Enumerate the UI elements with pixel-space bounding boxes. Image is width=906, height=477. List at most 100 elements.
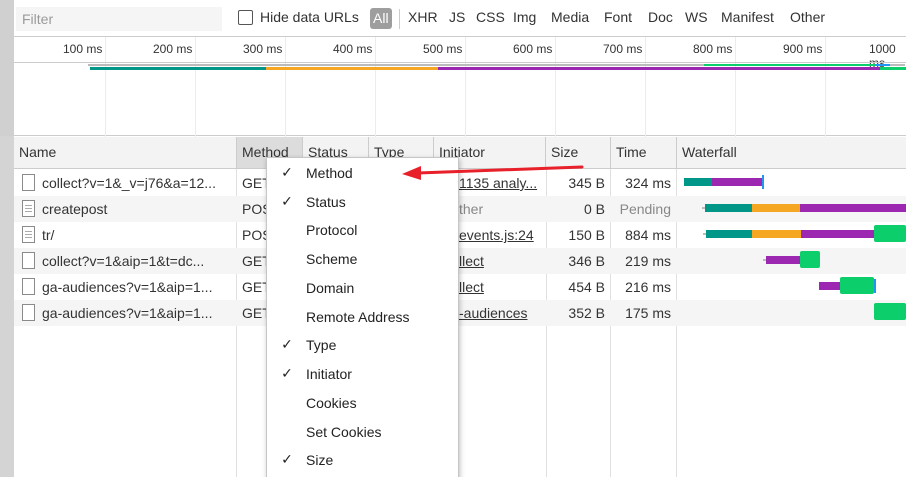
request-name: collect?v=1&_v=j76&a=12...	[42, 175, 216, 191]
request-method: GET	[242, 305, 266, 321]
request-size: 150 B	[568, 227, 605, 243]
menu-item-domain[interactable]: Domain	[267, 274, 458, 303]
overview-gridline	[465, 37, 466, 137]
script-icon	[22, 226, 35, 243]
waterfall-end-marker	[762, 175, 764, 189]
menu-item-status[interactable]: ✓ Status	[267, 188, 458, 217]
overview-gridline	[195, 37, 196, 137]
overview-gridline	[555, 37, 556, 137]
document-icon	[22, 174, 35, 191]
menu-item-scheme[interactable]: Scheme	[267, 245, 458, 274]
type-filter-other[interactable]: Other	[790, 9, 825, 25]
column-header-name[interactable]: Name	[14, 137, 237, 168]
request-row[interactable]: collect?v=1&aip=1&t=dc... GET llect 346 …	[14, 248, 906, 274]
waterfall-receive-segment	[840, 277, 874, 294]
menu-item-method[interactable]: ✓ Method	[267, 159, 458, 188]
waterfall-receive-segment	[874, 303, 906, 320]
hide-data-urls-checkbox[interactable]	[238, 9, 253, 25]
waterfall-waiting-segment	[705, 204, 752, 212]
menu-item-cookies[interactable]: Cookies	[267, 389, 458, 418]
overview-gridline	[105, 37, 106, 137]
request-time: 216 ms	[625, 279, 671, 295]
overview-bar-download	[708, 67, 906, 70]
request-row[interactable]: ga-audiences?v=1&aip=1... GET llect 454 …	[14, 274, 906, 300]
overview-gridline	[285, 37, 286, 137]
type-filter-ws[interactable]: WS	[685, 9, 708, 25]
column-header-size[interactable]: Size	[546, 137, 611, 168]
overview-gridline	[825, 37, 826, 137]
overview-tick-label: 900 ms	[783, 42, 823, 56]
hide-data-urls-label: Hide data URLs	[260, 9, 359, 25]
overview-tick-label: 700 ms	[603, 42, 643, 56]
overview-gridline	[375, 37, 376, 137]
type-filter-js[interactable]: JS	[449, 9, 465, 25]
menu-item-initiator[interactable]: ✓ Initiator	[267, 360, 458, 389]
waterfall-download-segment	[712, 178, 762, 186]
type-filter-doc[interactable]: Doc	[648, 9, 673, 25]
type-filter-css[interactable]: CSS	[476, 9, 505, 25]
overview-timeline[interactable]: 100 ms 200 ms 300 ms 400 ms 500 ms 600 m…	[14, 36, 906, 137]
check-icon: ✓	[281, 452, 293, 468]
filter-input[interactable]	[16, 7, 222, 31]
request-initiator-link[interactable]: llect	[459, 274, 545, 300]
document-icon	[22, 252, 35, 269]
request-initiator-link[interactable]: llect	[459, 248, 545, 274]
menu-item-set-cookies[interactable]: Set Cookies	[267, 418, 458, 447]
left-panel-edge-upper	[0, 0, 14, 136]
waterfall-receive-segment	[874, 225, 906, 242]
hide-data-urls-toggle[interactable]: Hide data URLs	[238, 9, 359, 25]
waterfall-download-segment	[801, 230, 874, 238]
column-header-waterfall[interactable]: Waterfall	[677, 137, 906, 168]
overview-tick-label: 200 ms	[153, 42, 193, 56]
overview-gridline	[645, 37, 646, 137]
document-icon	[22, 278, 35, 295]
overview-bar-receive	[880, 67, 906, 70]
request-initiator-link[interactable]: -audiences	[459, 300, 545, 326]
request-row[interactable]: collect?v=1&_v=j76&a=12... GET 1135 anal…	[14, 170, 906, 196]
type-filter-all[interactable]: All	[370, 8, 392, 29]
menu-item-type[interactable]: ✓ Type	[267, 331, 458, 360]
menu-item-label: Domain	[306, 280, 355, 296]
request-initiator-link[interactable]: events.js:24	[459, 222, 545, 248]
column-context-menu: ✓ Method ✓ Status Protocol Scheme Domain…	[266, 157, 459, 477]
check-icon: ✓	[281, 366, 293, 382]
menu-item-label: Type	[306, 337, 337, 353]
request-name: ga-audiences?v=1&aip=1...	[42, 305, 213, 321]
column-header-time[interactable]: Time	[611, 137, 677, 168]
menu-item-protocol[interactable]: Protocol	[267, 216, 458, 245]
overview-tick-label: 800 ms	[693, 42, 733, 56]
overview-bar-waiting	[90, 67, 266, 70]
menu-item-remote-address[interactable]: Remote Address	[267, 303, 458, 332]
request-method: POS	[242, 201, 266, 217]
filter-toolbar: Hide data URLs All XHR JS CSS Img Media …	[14, 0, 906, 36]
waterfall-download-segment	[800, 204, 906, 212]
menu-item-label: Cookies	[306, 395, 357, 411]
type-filter-font[interactable]: Font	[604, 9, 632, 25]
type-filter-media[interactable]: Media	[551, 9, 589, 25]
type-filter-manifest[interactable]: Manifest	[721, 9, 774, 25]
overview-tick-label: 100 ms	[63, 42, 103, 56]
menu-item-label: Initiator	[306, 366, 352, 382]
document-icon	[22, 304, 35, 321]
waterfall-receive-segment	[800, 251, 820, 268]
overview-bar-queue	[266, 67, 438, 70]
type-filter-img[interactable]: Img	[513, 9, 536, 25]
overview-tick-label: 600 ms	[513, 42, 553, 56]
request-time: 884 ms	[625, 227, 671, 243]
request-name: ga-audiences?v=1&aip=1...	[42, 279, 213, 295]
menu-item-label: Size	[306, 452, 334, 468]
check-icon: ✓	[281, 194, 293, 210]
request-row[interactable]: tr/ POS events.js:24 150 B 884 ms	[14, 222, 906, 248]
request-method: POS	[242, 227, 266, 243]
request-row[interactable]: ga-audiences?v=1&aip=1... GET -audiences…	[14, 300, 906, 326]
menu-item-size[interactable]: ✓ Size	[267, 446, 458, 475]
check-icon: ✓	[281, 165, 293, 181]
menu-item-label: Status	[306, 194, 346, 210]
request-row[interactable]: createpost POS ther 0 B Pending	[14, 196, 906, 222]
request-initiator-link[interactable]: 1135 analy...	[459, 170, 545, 196]
request-size: 0 B	[583, 201, 605, 217]
left-panel-edge	[0, 0, 14, 477]
request-size: 352 B	[568, 305, 605, 321]
waterfall-download-segment	[819, 282, 840, 290]
type-filter-xhr[interactable]: XHR	[408, 9, 438, 25]
